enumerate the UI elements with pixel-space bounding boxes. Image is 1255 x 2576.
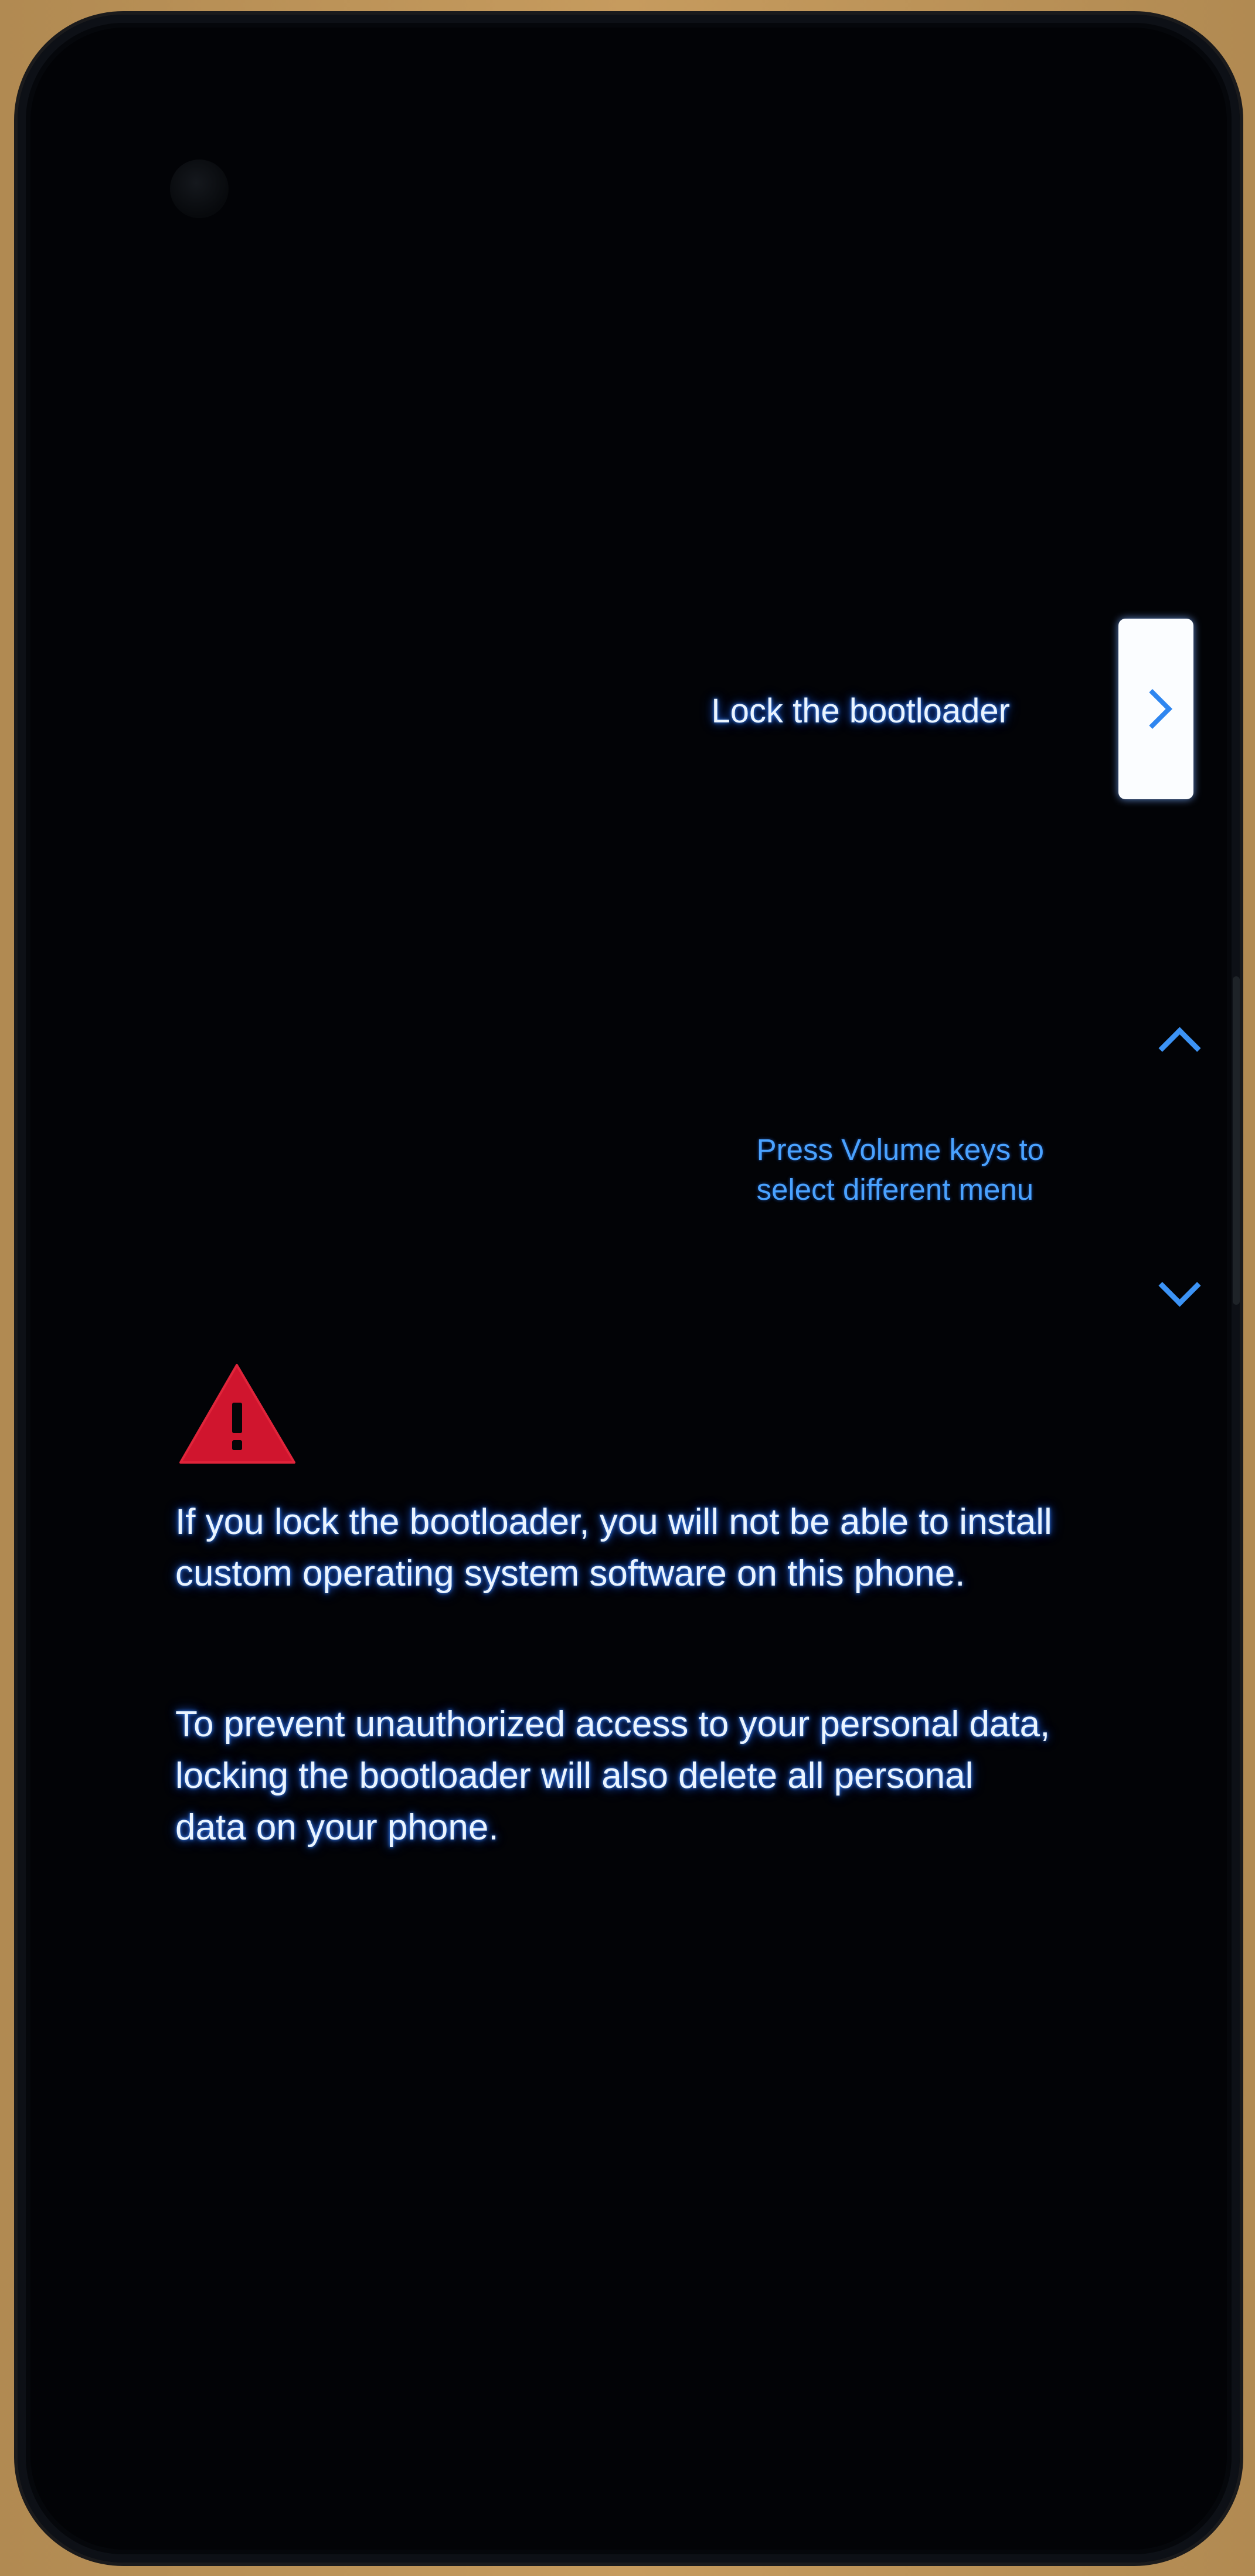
warning-message-2-line-2: locking the bootloader will also delete … (175, 1756, 974, 1796)
chevron-right-icon (1132, 689, 1172, 729)
bootloader-screen: Lock the bootloader Press Volume keys to… (30, 28, 1227, 2550)
phone-device: Lock the bootloader Press Volume keys to… (18, 15, 1240, 2563)
power-button-indicator[interactable] (1118, 619, 1193, 799)
warning-message-data-wipe: To prevent unauthorized access to your p… (175, 1699, 1142, 1854)
hint-line-1: Press Volume keys to (756, 1133, 1044, 1166)
warning-message-2-line-3: data on your phone. (175, 1807, 499, 1848)
hint-line-2: select different menu (756, 1173, 1034, 1206)
chevron-up-icon[interactable] (1158, 1027, 1201, 1070)
warning-message-1-line-2: custom operating system software on this… (175, 1553, 965, 1594)
chevron-down-icon[interactable] (1158, 1264, 1201, 1307)
warning-message-1-line-1: If you lock the bootloader, you will not… (175, 1502, 1052, 1542)
volume-keys-hint: Press Volume keys to select different me… (757, 1130, 1044, 1210)
front-camera (170, 159, 229, 218)
warning-triangle-icon (179, 1364, 295, 1464)
volume-rocker (1233, 976, 1240, 1305)
selected-menu-option: Lock the bootloader (711, 692, 1010, 730)
warning-message-2-line-1: To prevent unauthorized access to your p… (175, 1704, 1050, 1745)
warning-message-custom-os: If you lock the bootloader, you will not… (175, 1496, 1142, 1600)
